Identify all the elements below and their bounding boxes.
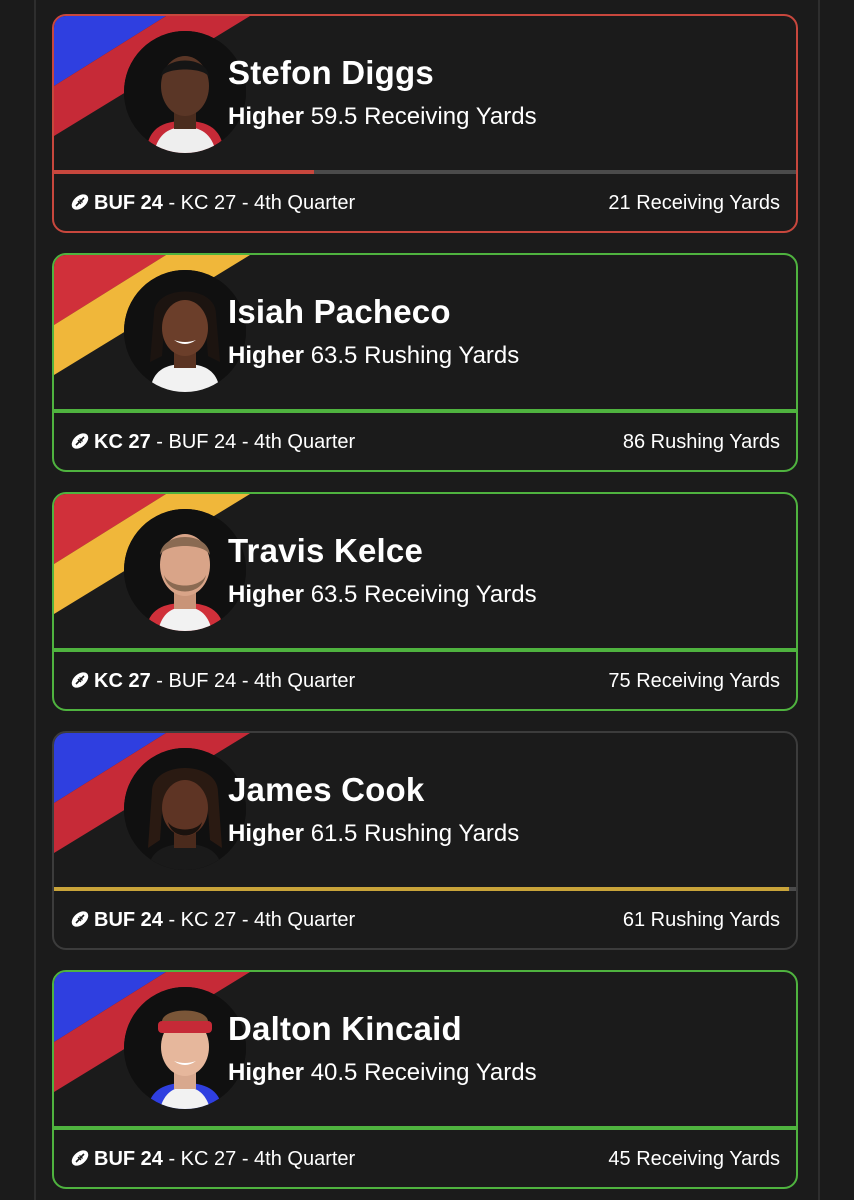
pick-direction: Higher bbox=[228, 820, 305, 847]
game-score: BUF 24 - KC 27 - 4th Quarter bbox=[70, 909, 355, 932]
player-avatar bbox=[124, 509, 246, 631]
player-name: Dalton Kincaid bbox=[228, 1010, 462, 1047]
game-score: KC 27 - BUF 24 - 4th Quarter bbox=[70, 431, 355, 454]
opponent-and-period: - KC 27 - 4th Quarter bbox=[162, 909, 356, 931]
pick-card-header: James Cook Higher 61.5 Rushing Yards bbox=[54, 733, 796, 891]
left-rail bbox=[34, 0, 36, 1200]
opponent-and-period: - KC 27 - 4th Quarter bbox=[162, 192, 356, 214]
pick-stat-line: 63.5 Rushing Yards bbox=[310, 342, 520, 369]
pick-stat-line: 63.5 Receiving Yards bbox=[310, 581, 537, 608]
game-score: BUF 24 - KC 27 - 4th Quarter bbox=[70, 1148, 355, 1171]
pick-card[interactable]: Isiah Pacheco Higher 63.5 Rushing Yards … bbox=[52, 253, 798, 472]
game-score: BUF 24 - KC 27 - 4th Quarter bbox=[70, 192, 355, 215]
pick-card-header: Isiah Pacheco Higher 63.5 Rushing Yards bbox=[54, 255, 796, 413]
football-icon bbox=[71, 672, 89, 688]
player-headshot-icon bbox=[124, 270, 246, 392]
opponent-and-period: - KC 27 - 4th Quarter bbox=[162, 1148, 356, 1170]
pick-line: Higher 59.5 Receiving Yards bbox=[228, 103, 537, 131]
football-icon bbox=[71, 911, 89, 927]
pick-card[interactable]: Travis Kelce Higher 63.5 Receiving Yards… bbox=[52, 492, 798, 711]
pick-stat-line: 40.5 Receiving Yards bbox=[310, 1059, 537, 1086]
pick-direction: Higher bbox=[228, 342, 305, 369]
picks-page: Stefon Diggs Higher 59.5 Receiving Yards… bbox=[0, 0, 854, 1200]
pick-card[interactable]: James Cook Higher 61.5 Rushing Yards BUF… bbox=[52, 731, 798, 950]
player-name: Travis Kelce bbox=[228, 532, 424, 569]
player-avatar bbox=[124, 748, 246, 870]
pick-card[interactable]: Stefon Diggs Higher 59.5 Receiving Yards… bbox=[52, 14, 798, 233]
current-stat: 45 Receiving Yards bbox=[608, 1148, 780, 1170]
pick-card-header: Dalton Kincaid Higher 40.5 Receiving Yar… bbox=[54, 972, 796, 1130]
player-headshot-icon bbox=[124, 31, 246, 153]
football-icon bbox=[71, 194, 89, 210]
player-avatar bbox=[124, 31, 246, 153]
player-avatar bbox=[124, 270, 246, 392]
current-stat: 75 Receiving Yards bbox=[608, 670, 780, 692]
player-name: Stefon Diggs bbox=[228, 54, 434, 91]
pick-line: Higher 63.5 Receiving Yards bbox=[228, 581, 537, 609]
pick-card-footer: KC 27 - BUF 24 - 4th Quarter 75 Receivin… bbox=[54, 652, 796, 709]
game-score: KC 27 - BUF 24 - 4th Quarter bbox=[70, 670, 355, 693]
pick-card-header: Travis Kelce Higher 63.5 Receiving Yards bbox=[54, 494, 796, 652]
football-icon bbox=[71, 1150, 89, 1166]
opponent-and-period: - BUF 24 - 4th Quarter bbox=[150, 431, 356, 453]
current-stat: 86 Rushing Yards bbox=[622, 431, 780, 453]
player-headshot-icon bbox=[124, 987, 246, 1109]
pick-stat-line: 61.5 Rushing Yards bbox=[310, 820, 520, 847]
player-name: James Cook bbox=[228, 771, 425, 808]
team-score: KC 27 bbox=[94, 431, 151, 453]
player-headshot-icon bbox=[124, 509, 246, 631]
player-name: Isiah Pacheco bbox=[228, 293, 451, 330]
team-score: BUF 24 bbox=[94, 1148, 163, 1170]
pick-stat-line: 59.5 Receiving Yards bbox=[310, 103, 537, 130]
pick-card-footer: KC 27 - BUF 24 - 4th Quarter 86 Rushing … bbox=[54, 413, 796, 470]
pick-direction: Higher bbox=[228, 581, 305, 608]
team-score: BUF 24 bbox=[94, 909, 163, 931]
player-headshot-icon bbox=[124, 748, 246, 870]
pick-direction: Higher bbox=[228, 1059, 305, 1086]
pick-line: Higher 61.5 Rushing Yards bbox=[228, 820, 519, 848]
team-score: KC 27 bbox=[94, 670, 151, 692]
pick-direction: Higher bbox=[228, 103, 305, 130]
pick-card-footer: BUF 24 - KC 27 - 4th Quarter 45 Receivin… bbox=[54, 1130, 796, 1187]
pick-card-footer: BUF 24 - KC 27 - 4th Quarter 21 Receivin… bbox=[54, 174, 796, 231]
player-avatar bbox=[124, 987, 246, 1109]
pick-card[interactable]: Dalton Kincaid Higher 40.5 Receiving Yar… bbox=[52, 970, 798, 1189]
opponent-and-period: - BUF 24 - 4th Quarter bbox=[150, 670, 356, 692]
pick-card-footer: BUF 24 - KC 27 - 4th Quarter 61 Rushing … bbox=[54, 891, 796, 948]
pick-card-header: Stefon Diggs Higher 59.5 Receiving Yards bbox=[54, 16, 796, 174]
pick-line: Higher 40.5 Receiving Yards bbox=[228, 1059, 537, 1087]
football-icon bbox=[71, 433, 89, 449]
current-stat: 21 Receiving Yards bbox=[608, 192, 780, 214]
pick-line: Higher 63.5 Rushing Yards bbox=[228, 342, 519, 370]
current-stat: 61 Rushing Yards bbox=[622, 909, 780, 931]
team-score: BUF 24 bbox=[94, 192, 163, 214]
right-rail bbox=[818, 0, 820, 1200]
